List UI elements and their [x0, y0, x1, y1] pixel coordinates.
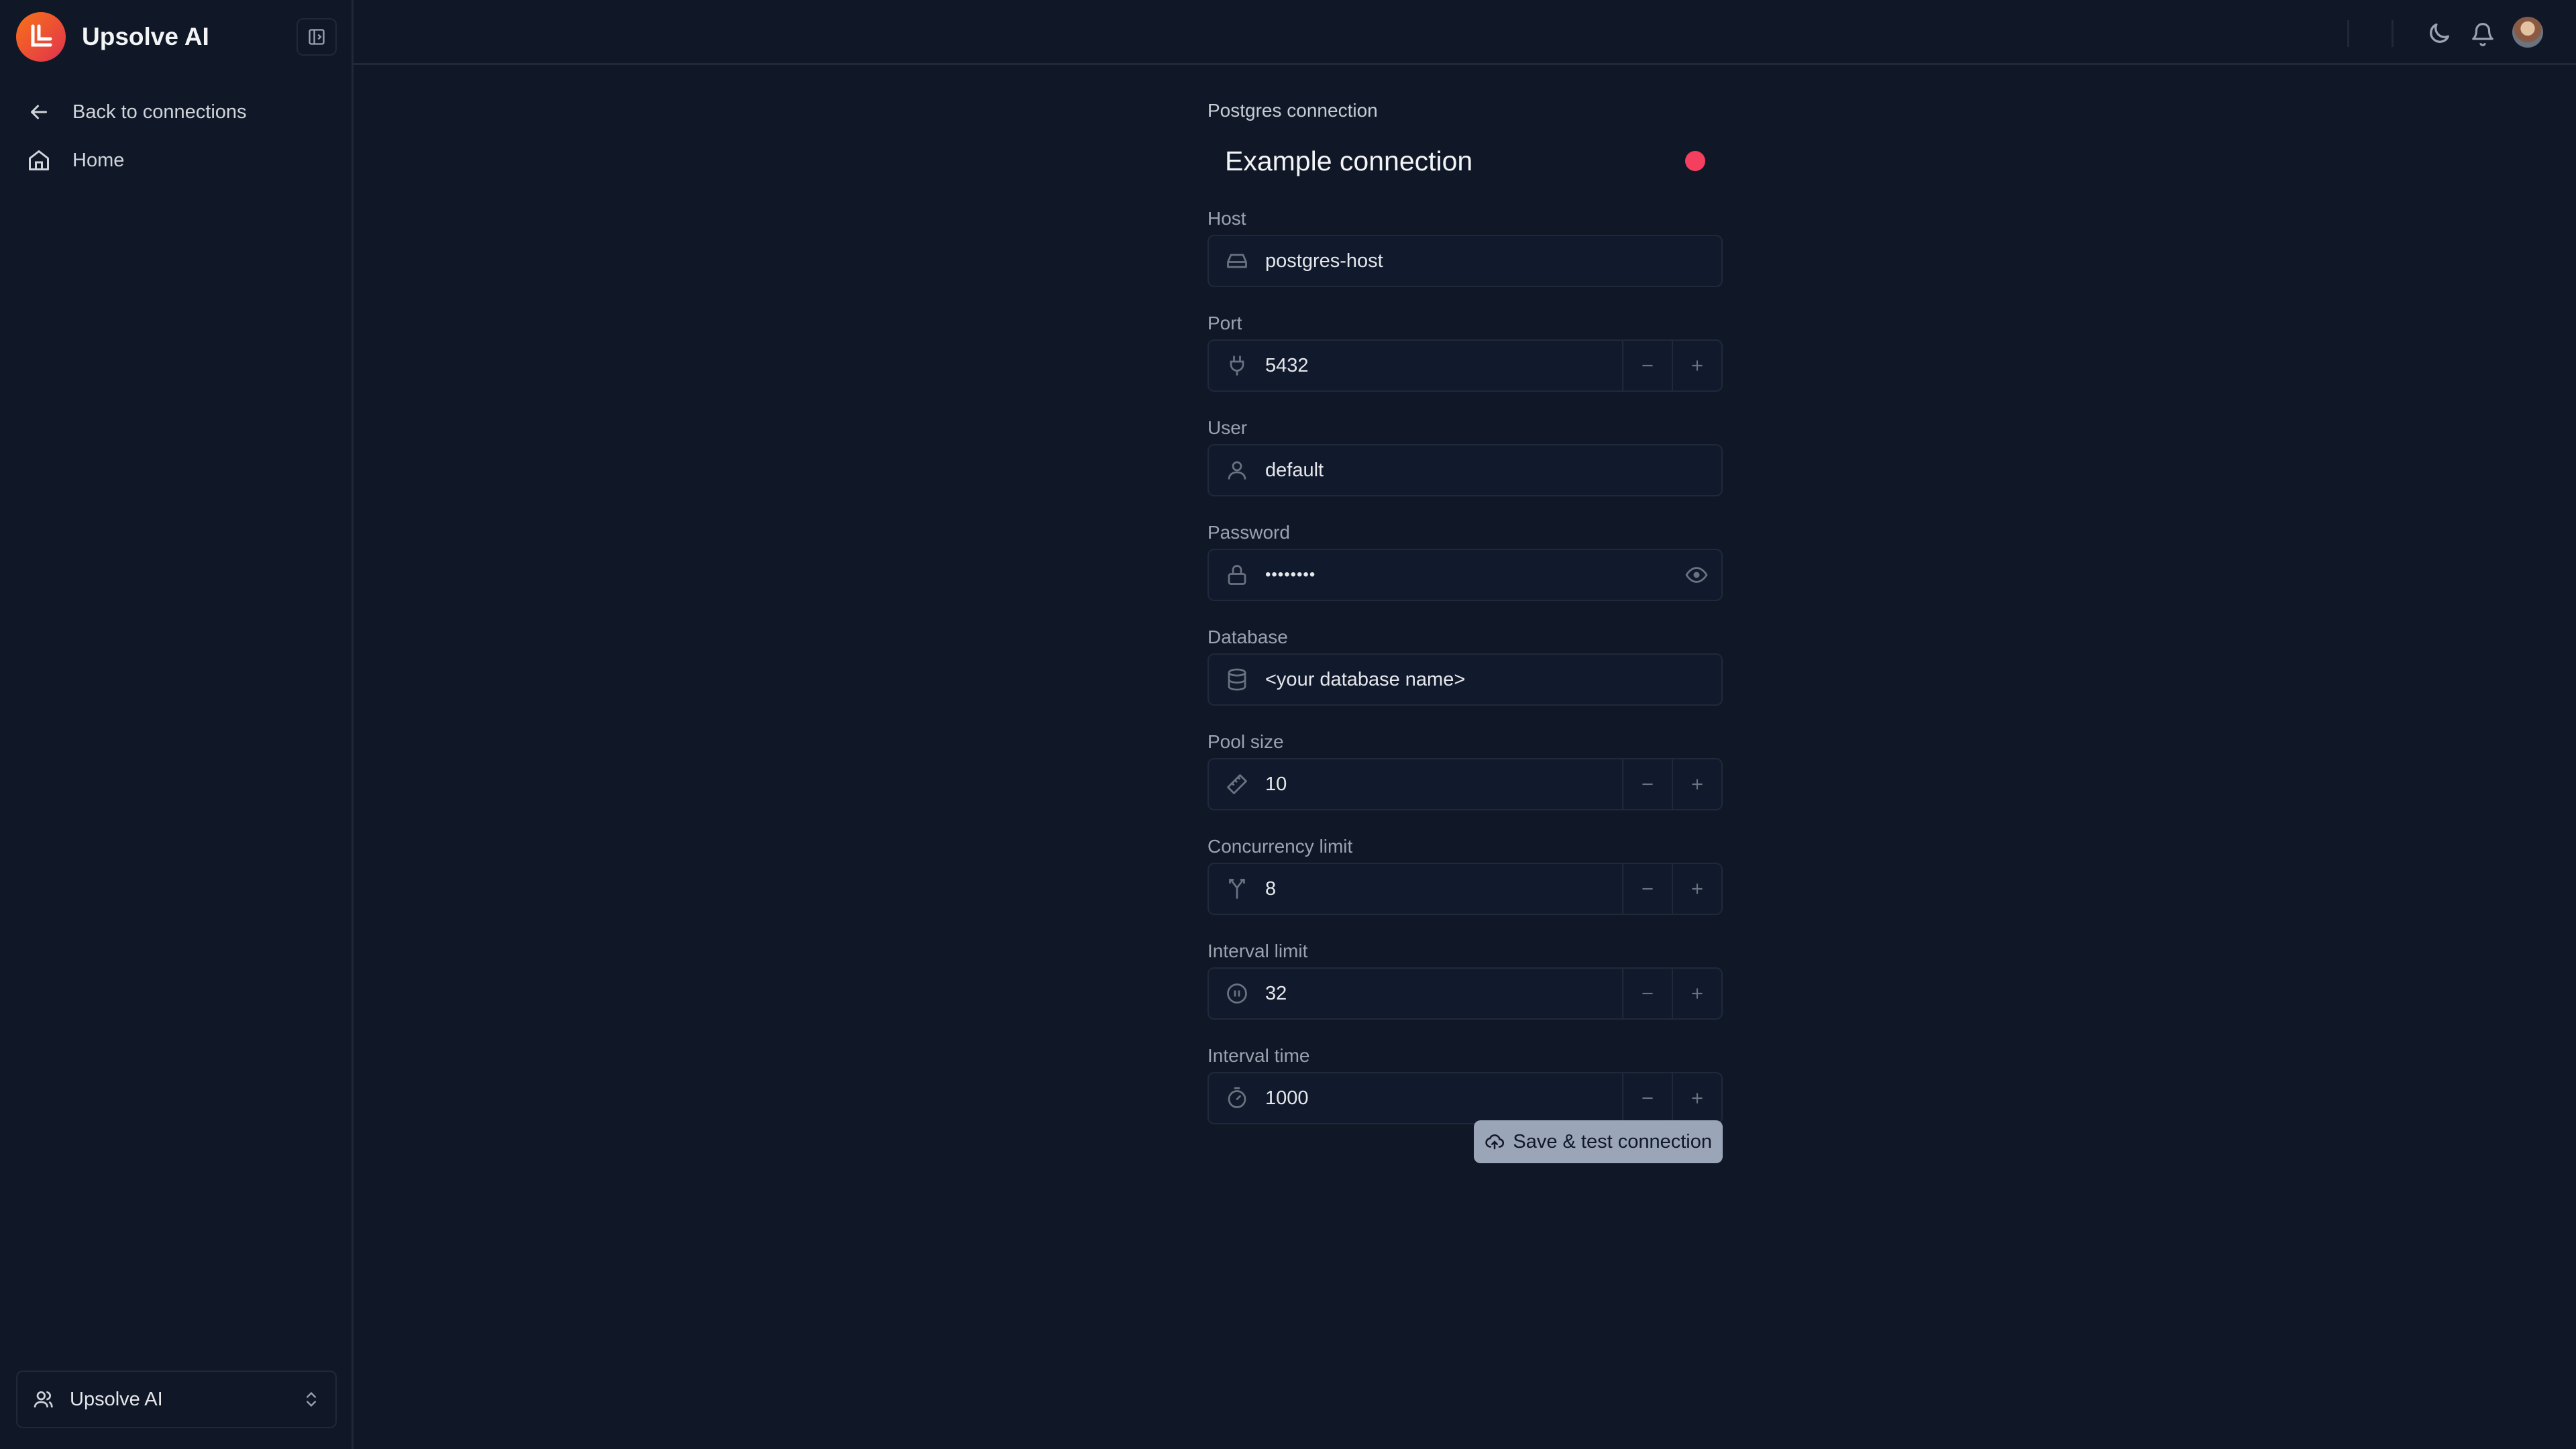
interval-time-increment-button[interactable] — [1672, 1073, 1721, 1123]
host-value[interactable]: postgres-host — [1265, 250, 1721, 272]
database-field: Database <your database name> — [1208, 621, 1723, 726]
interval-time-label: Interval time — [1208, 1045, 1310, 1066]
pool-size-value[interactable]: 10 — [1265, 773, 1622, 796]
concurrency-limit-label: Concurrency limit — [1208, 836, 1353, 857]
notifications-button[interactable] — [2467, 17, 2499, 50]
interval-limit-value[interactable]: 32 — [1265, 983, 1622, 1005]
host-input[interactable]: postgres-host — [1208, 235, 1723, 287]
password-input[interactable]: •••••••• — [1208, 549, 1723, 601]
minus-icon — [1642, 992, 1653, 995]
port-stepper[interactable]: 5432 — [1208, 339, 1723, 392]
home-icon — [29, 150, 49, 170]
user-value[interactable]: default — [1265, 460, 1721, 482]
port-field: Port 5432 — [1208, 307, 1723, 412]
plug-icon — [1209, 341, 1265, 390]
show-password-button[interactable] — [1672, 550, 1721, 600]
connection-type-label: Postgres connection — [1208, 100, 1378, 121]
arrow-left-icon — [31, 105, 47, 119]
interval-limit-label: Interval limit — [1208, 941, 1308, 961]
database-label: Database — [1208, 627, 1288, 647]
sidebar-item-label: Back to connections — [72, 101, 247, 123]
plus-icon — [1692, 1093, 1703, 1104]
password-value[interactable]: •••••••• — [1265, 566, 1672, 584]
port-value[interactable]: 5432 — [1265, 355, 1622, 377]
avatar[interactable] — [2512, 17, 2543, 48]
plus-icon — [1692, 988, 1703, 999]
password-field: Password •••••••• — [1208, 517, 1723, 621]
form-actions: Save & test connection — [1208, 1120, 1723, 1163]
interval-time-decrement-button[interactable] — [1622, 1073, 1672, 1123]
interval-limit-field: Interval limit 32 — [1208, 935, 1723, 1040]
host-field: Host postgres-host — [1208, 203, 1723, 307]
plus-icon — [1692, 360, 1703, 371]
minus-icon — [1642, 888, 1653, 890]
user-input[interactable]: default — [1208, 444, 1723, 496]
pool-size-increment-button[interactable] — [1672, 759, 1721, 809]
password-label: Password — [1208, 522, 1290, 543]
concurrency-limit-decrement-button[interactable] — [1622, 864, 1672, 914]
connection-title-row: Example connection — [1208, 127, 1723, 195]
user-field: User default — [1208, 412, 1723, 517]
timer-icon — [1209, 1073, 1265, 1123]
divider — [2347, 20, 2349, 47]
concurrency-limit-increment-button[interactable] — [1672, 864, 1721, 914]
connection-title[interactable]: Example connection — [1225, 146, 1685, 177]
port-label: Port — [1208, 313, 1242, 333]
host-label: Host — [1208, 208, 1246, 229]
collapse-sidebar-button[interactable] — [297, 18, 337, 56]
port-decrement-button[interactable] — [1622, 341, 1672, 390]
cloud-upload-icon — [1485, 1134, 1505, 1150]
pool-size-label: Pool size — [1208, 731, 1284, 752]
port-increment-button[interactable] — [1672, 341, 1721, 390]
interval-time-stepper[interactable]: 1000 — [1208, 1072, 1723, 1124]
sidebar-item-label: Home — [72, 149, 125, 171]
brand[interactable]: Upsolve AI — [16, 12, 209, 62]
interval-limit-increment-button[interactable] — [1672, 969, 1721, 1018]
concurrency-limit-stepper[interactable]: 8 — [1208, 863, 1723, 915]
theme-toggle-button[interactable] — [2423, 17, 2455, 50]
minus-icon — [1642, 364, 1653, 367]
minus-icon — [1642, 783, 1653, 786]
app-name: Upsolve AI — [82, 23, 209, 50]
workspace-switcher[interactable]: Upsolve AI — [16, 1371, 337, 1428]
split-icon — [1209, 864, 1265, 914]
plus-icon — [1692, 779, 1703, 790]
save-button-label: Save & test connection — [1513, 1130, 1712, 1152]
user-icon — [1209, 445, 1265, 495]
chevrons-up-down-icon — [307, 1392, 316, 1407]
status-indicator — [1685, 151, 1705, 171]
save-test-connection-button[interactable]: Save & test connection — [1474, 1120, 1723, 1163]
bell-icon — [2472, 23, 2493, 46]
pause-circle-icon — [1209, 969, 1265, 1018]
server-icon — [1209, 236, 1265, 286]
workspace-name: Upsolve AI — [70, 1388, 163, 1410]
pool-size-field: Pool size 10 — [1208, 726, 1723, 830]
concurrency-limit-field: Concurrency limit 8 — [1208, 830, 1723, 935]
sidebar-item-home[interactable]: Home — [27, 142, 124, 179]
lock-icon — [1209, 550, 1265, 600]
sidebar-item-back-to-connections[interactable]: Back to connections — [27, 93, 247, 131]
concurrency-limit-value[interactable]: 8 — [1265, 878, 1622, 900]
moon-icon — [2430, 23, 2449, 43]
user-label: User — [1208, 417, 1248, 438]
database-value[interactable]: <your database name> — [1265, 669, 1721, 691]
users-icon — [34, 1391, 53, 1408]
database-input[interactable]: <your database name> — [1208, 653, 1723, 706]
divider — [2392, 20, 2394, 47]
interval-time-value[interactable]: 1000 — [1265, 1087, 1622, 1110]
pool-size-stepper[interactable]: 10 — [1208, 758, 1723, 810]
interval-limit-stepper[interactable]: 32 — [1208, 967, 1723, 1020]
upsolve-logo-icon — [16, 12, 66, 62]
ruler-icon — [1209, 759, 1265, 809]
pool-size-decrement-button[interactable] — [1622, 759, 1672, 809]
sidebar: Upsolve AI Back to connections Home Upso… — [0, 0, 354, 1449]
interval-limit-decrement-button[interactable] — [1622, 969, 1672, 1018]
database-icon — [1209, 655, 1265, 704]
connection-form: Postgres connection Example connection H… — [1208, 94, 1723, 1163]
eye-icon — [1685, 567, 1708, 583]
plus-icon — [1692, 883, 1703, 894]
minus-icon — [1642, 1097, 1653, 1099]
sidebar-toggle-icon — [309, 29, 325, 45]
top-bar — [354, 0, 2576, 65]
